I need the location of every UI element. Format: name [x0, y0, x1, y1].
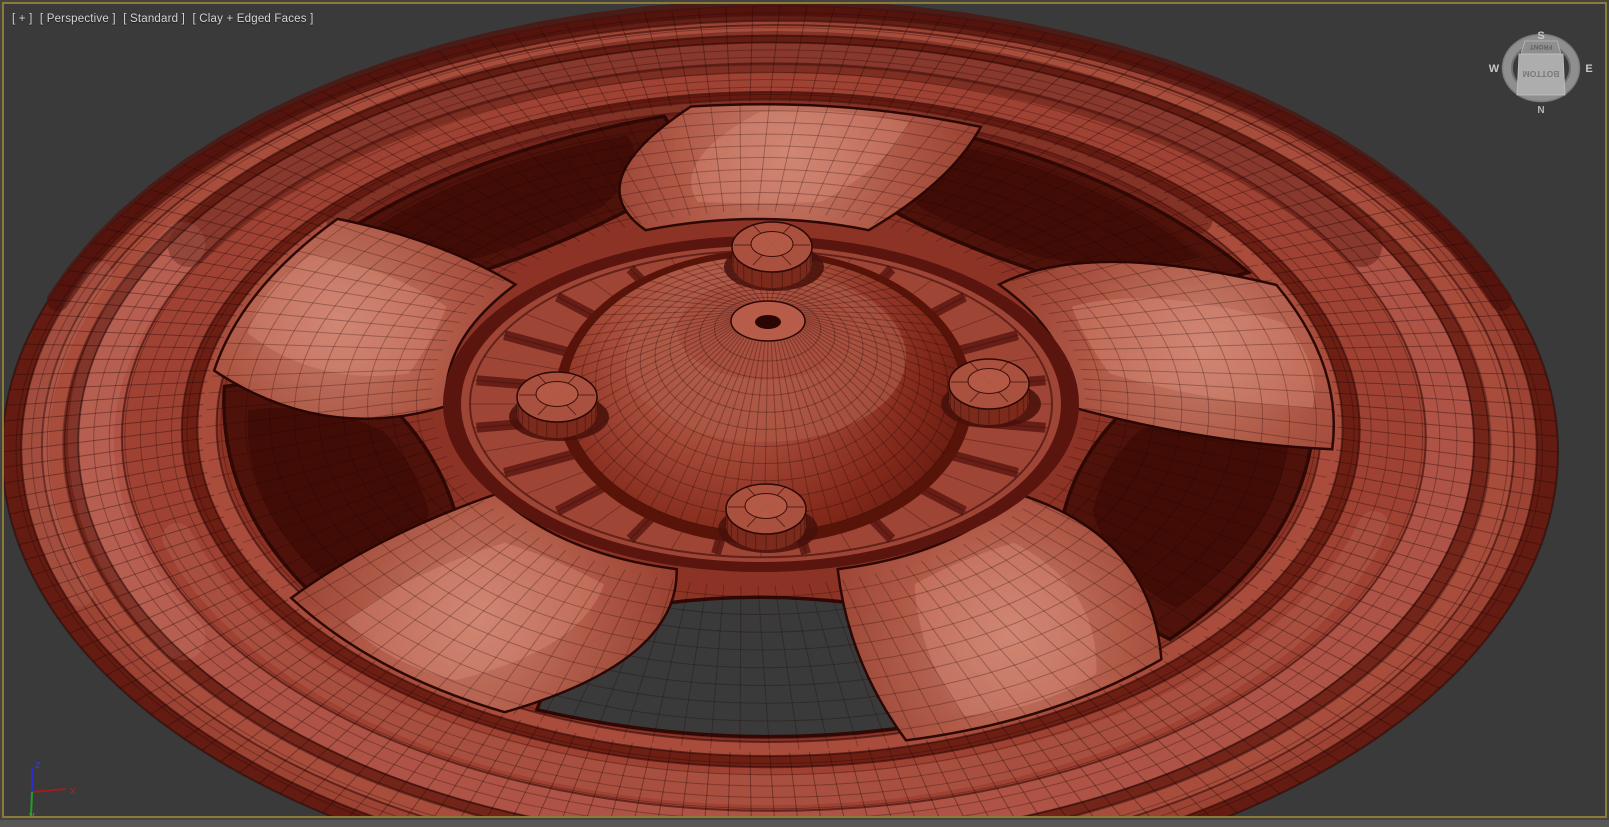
- viewport-renderer-menu[interactable]: [ Standard ]: [123, 13, 185, 25]
- viewcube-west-label[interactable]: W: [1489, 63, 1500, 75]
- viewcube-south-label[interactable]: S: [1537, 30, 1544, 42]
- y-axis-label: y: [29, 810, 35, 816]
- viewport-label: [ + ] [ Perspective ] [ Standard ] [ Cla…: [12, 13, 318, 25]
- perspective-viewport[interactable]: [ + ] [ Perspective ] [ Standard ] [ Cla…: [4, 4, 1605, 816]
- z-axis-label: z: [35, 759, 41, 771]
- world-axis-gizmo: z x y: [29, 759, 76, 816]
- viewcube[interactable]: FRONT BOTTOM S W E N: [1481, 16, 1605, 122]
- viewport-shading-menu[interactable]: [ Clay + Edged Faces ]: [192, 13, 313, 25]
- viewcube-bottom-label: BOTTOM: [1523, 69, 1560, 79]
- viewport-canvas[interactable]: [4, 4, 1605, 816]
- window-bottom-strip: [0, 820, 1609, 827]
- viewport-pov-menu[interactable]: [ + ]: [12, 13, 33, 25]
- viewcube-front-label: FRONT: [1530, 43, 1552, 50]
- max-viewport-window: [ + ] [ Perspective ] [ Standard ] [ Cla…: [0, 0, 1609, 827]
- x-axis-line: [31, 788, 67, 793]
- viewport-camera-menu[interactable]: [ Perspective ]: [40, 13, 116, 25]
- viewcube-east-label[interactable]: E: [1585, 63, 1592, 75]
- viewcube-north-label[interactable]: N: [1537, 105, 1544, 116]
- x-axis-label: x: [70, 785, 76, 797]
